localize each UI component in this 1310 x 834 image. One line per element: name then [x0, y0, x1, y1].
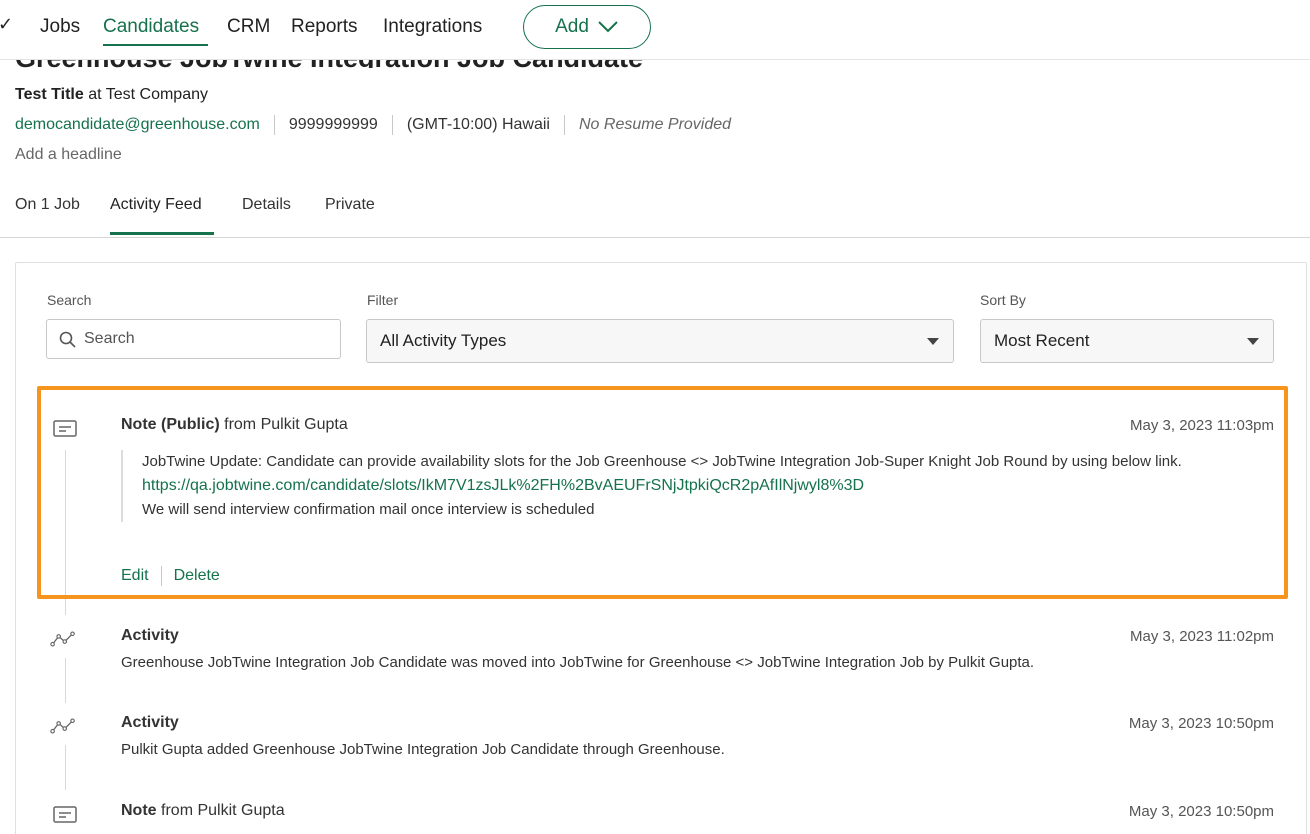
feed-item-author: from Pulkit Gupta [224, 416, 348, 433]
feed-item-title: Activity [121, 714, 179, 732]
tab-active-underline [110, 232, 214, 235]
chevron-icon[interactable]: ✓ [0, 14, 13, 35]
tab-on-1-job[interactable]: On 1 Job [15, 196, 80, 214]
top-navigation: ✓ Jobs Candidates CRM Reports Integratio… [0, 0, 1310, 60]
note-body: JobTwine Update: Candidate can provide a… [121, 450, 1271, 522]
feed-item-timestamp: May 3, 2023 11:02pm [1130, 628, 1274, 645]
resume-status: No Resume Provided [578, 116, 732, 133]
activity-icon [50, 631, 75, 647]
add-headline-link[interactable]: Add a headline [15, 146, 122, 164]
sort-label: Sort By [980, 292, 1026, 308]
feed-item-title: Note (Public) from Pulkit Gupta [121, 416, 348, 434]
nav-item-jobs[interactable]: Jobs [40, 16, 80, 38]
note-text: JobTwine Update: Candidate can provide a… [142, 453, 1182, 470]
feed-item-type: Activity [121, 714, 179, 731]
search-label: Search [47, 292, 92, 308]
sort-select[interactable]: Most Recent [980, 319, 1274, 363]
candidate-tabs: On 1 Job Activity Feed Details Private [0, 190, 1310, 238]
candidate-company: Test Company [105, 86, 208, 103]
candidate-phone: 9999999999 [288, 116, 378, 133]
divider [160, 566, 162, 586]
filter-label: Filter [367, 292, 399, 308]
filter-select-value: All Activity Types [380, 331, 507, 350]
feed-item-body: Greenhouse JobTwine Integration Job Cand… [121, 654, 1035, 671]
delete-button[interactable]: Delete [174, 567, 220, 585]
divider [563, 115, 565, 135]
feed-item-type: Activity [121, 627, 179, 644]
add-button[interactable]: Add [523, 5, 651, 49]
feed-item-timestamp: May 3, 2023 11:03pm [1130, 417, 1274, 434]
sort-select-value: Most Recent [994, 331, 1090, 350]
chevron-down-icon [598, 21, 618, 33]
tab-details[interactable]: Details [242, 196, 291, 214]
note-icon [53, 420, 77, 437]
caret-down-icon [927, 338, 939, 345]
feed-item-type: Note [121, 802, 157, 819]
candidate-timezone: (GMT-10:00) Hawaii [406, 116, 550, 133]
candidate-subtitle: Test Title at Test Company [15, 86, 208, 104]
note-icon [53, 806, 77, 823]
tab-private[interactable]: Private [325, 196, 375, 214]
nav-item-candidates[interactable]: Candidates [103, 16, 199, 38]
nav-item-reports[interactable]: Reports [291, 16, 358, 38]
nav-item-crm[interactable]: CRM [227, 16, 270, 38]
caret-down-icon [1247, 338, 1259, 345]
note-text: We will send interview confirmation mail… [142, 501, 595, 518]
activity-icon [50, 718, 75, 734]
feed-item-timestamp: May 3, 2023 10:50pm [1128, 803, 1274, 820]
divider [391, 115, 393, 135]
feed-item-author: from Pulkit Gupta [161, 802, 285, 819]
feed-item-title: Note from Pulkit Gupta [121, 802, 285, 820]
note-actions: Edit Delete [121, 566, 220, 586]
timeline-connector [65, 658, 66, 703]
feed-item-title: Activity [121, 627, 179, 645]
filter-select[interactable]: All Activity Types [366, 319, 954, 363]
feed-item-body: Pulkit Gupta added Greenhouse JobTwine I… [121, 741, 725, 758]
candidate-job-title: Test Title [15, 86, 84, 103]
feed-item-type: Note (Public) [121, 416, 220, 433]
timeline-connector [65, 745, 66, 790]
tab-activity-feed[interactable]: Activity Feed [110, 196, 202, 214]
note-link[interactable]: https://qa.jobtwine.com/candidate/slots/… [142, 474, 1271, 498]
search-icon [59, 331, 76, 348]
contact-row: democandidate@greenhouse.com 9999999999 … [15, 115, 731, 135]
edit-button[interactable]: Edit [121, 567, 149, 585]
candidate-at: at [88, 86, 102, 103]
add-button-label: Add [555, 16, 589, 37]
nav-item-integrations[interactable]: Integrations [383, 16, 482, 38]
divider [273, 115, 275, 135]
search-placeholder: Search [84, 330, 135, 347]
search-input[interactable]: Search [46, 319, 341, 359]
candidate-email-link[interactable]: democandidate@greenhouse.com [15, 116, 260, 134]
feed-item-timestamp: May 3, 2023 10:50pm [1128, 715, 1274, 732]
nav-active-underline [103, 44, 208, 46]
